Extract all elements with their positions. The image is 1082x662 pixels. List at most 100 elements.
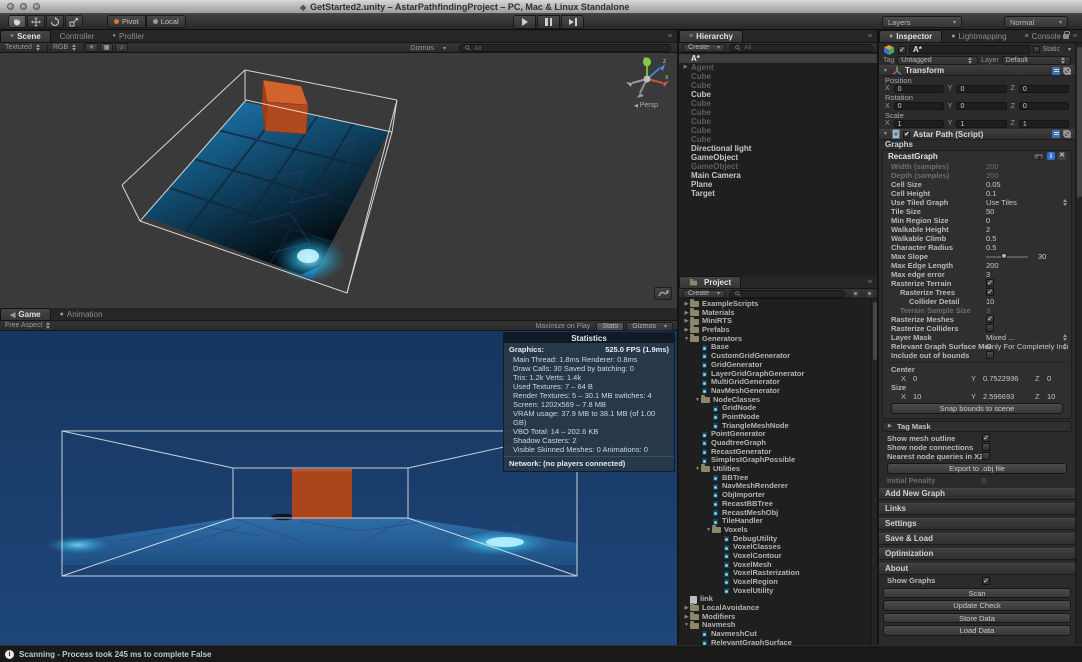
updown-icon[interactable] xyxy=(1062,198,1069,207)
scene-gizmos-dropdown[interactable]: Gizmos▾ xyxy=(405,43,451,53)
aspect-ratio-dropdown[interactable]: Free Aspect xyxy=(0,321,57,331)
project-item[interactable]: ▼NodeClasses xyxy=(679,396,877,405)
checked-checkbox[interactable]: ✓ xyxy=(982,434,990,442)
hierarchy-search-input[interactable]: All xyxy=(729,44,873,52)
project-item[interactable]: QuadtreeGraph xyxy=(679,439,877,448)
close-window-icon[interactable] xyxy=(7,3,14,10)
project-item[interactable]: VoxelRasterization xyxy=(679,569,877,578)
tab-inspector[interactable]: ●Inspector xyxy=(879,30,942,42)
gear-icon[interactable] xyxy=(1063,130,1071,138)
project-item[interactable]: PointGenerator xyxy=(679,430,877,439)
hierarchy-item[interactable]: Main Camera xyxy=(679,171,877,180)
active-checkbox[interactable]: ✓ xyxy=(898,46,906,54)
tab-animation[interactable]: ●Animation xyxy=(51,308,112,320)
layers-dropdown[interactable]: Layers ▾ xyxy=(882,16,962,28)
load-data-button[interactable]: Load Data xyxy=(883,625,1071,636)
section-links[interactable]: Links xyxy=(879,503,1075,515)
delete-graph-icon[interactable]: ✕ xyxy=(1058,152,1066,160)
updown-icon[interactable] xyxy=(1062,342,1069,351)
position-z-field[interactable]: 0 xyxy=(1019,85,1069,93)
setting-value[interactable]: 2 xyxy=(986,225,990,234)
center-z-field[interactable]: 0 xyxy=(1047,374,1051,383)
setting-value[interactable]: 0.5 xyxy=(986,243,996,252)
slider-track[interactable] xyxy=(986,256,1028,258)
setting-value[interactable]: 3 xyxy=(986,306,990,315)
section-optimization[interactable]: Optimization xyxy=(879,548,1075,560)
hierarchy-item[interactable]: GameObject xyxy=(679,162,877,171)
scale-z-field[interactable]: 1 xyxy=(1019,120,1069,128)
hierarchy-item[interactable]: Cube xyxy=(679,135,877,144)
panel-menu-icon[interactable]: ≡ xyxy=(668,33,673,40)
inspector-scrollbar-thumb[interactable] xyxy=(1077,47,1082,197)
checked-checkbox[interactable]: ✓ xyxy=(986,315,994,323)
center-y-field[interactable]: 0.7522936 xyxy=(983,374,1018,383)
object-name-field[interactable]: A* xyxy=(909,45,1030,54)
setting-value[interactable]: 30 xyxy=(1038,252,1046,261)
store-data-button[interactable]: Store Data xyxy=(883,613,1071,624)
info-icon[interactable]: i xyxy=(1047,152,1055,160)
tag-dropdown[interactable]: Untagged xyxy=(897,56,978,65)
hierarchy-item[interactable]: Target xyxy=(679,189,877,198)
expand-arrow-icon[interactable]: ▶ xyxy=(682,63,689,72)
transform-component-header[interactable]: ▼ Transform xyxy=(879,65,1075,76)
expand-arrow-icon[interactable]: ▶ xyxy=(683,326,690,335)
project-item[interactable]: ▼Navmesh xyxy=(679,621,877,630)
project-search-input[interactable] xyxy=(729,290,845,298)
scene-viewport[interactable]: Y Z X ◀ Persp xyxy=(0,53,678,308)
search-by-label-icon[interactable] xyxy=(866,290,873,297)
slider-knob[interactable] xyxy=(1001,253,1007,259)
astar-component-header[interactable]: ▼ ✓ Astar Path (Script) xyxy=(879,129,1075,140)
panel-menu-icon[interactable]: ≡ xyxy=(868,279,873,286)
setting-value[interactable]: 0.05 xyxy=(986,180,1001,189)
expand-arrow-icon[interactable]: ▶ xyxy=(683,317,690,326)
lighting-toggle-button[interactable]: ☀ xyxy=(85,43,98,52)
position-x-field[interactable]: 0 xyxy=(894,85,944,93)
setting-value[interactable]: 200 xyxy=(986,171,999,180)
scene-3d-canvas[interactable] xyxy=(0,53,678,308)
setting-value[interactable]: Use Tiles xyxy=(986,198,1017,207)
hierarchy-item[interactable]: Cube xyxy=(679,117,877,126)
updown-icon[interactable] xyxy=(1062,333,1069,342)
scan-button[interactable]: Scan xyxy=(883,588,1071,599)
window-controls[interactable] xyxy=(7,3,40,10)
expand-arrow-icon[interactable]: ▼ xyxy=(705,526,712,535)
hierarchy-item[interactable]: Cube xyxy=(679,99,877,108)
setting-value[interactable]: 0 xyxy=(986,216,990,225)
size-x-field[interactable]: 10 xyxy=(913,392,921,401)
game-viewport[interactable]: Statistics Graphics: 525.0 FPS (1.9ms) M… xyxy=(0,331,678,645)
shading-mode-dropdown[interactable]: Textured xyxy=(0,43,47,53)
tab-hierarchy[interactable]: ≡Hierarchy xyxy=(679,30,743,42)
snap-bounds-button[interactable]: Snap bounds to scene xyxy=(891,403,1063,414)
zoom-window-icon[interactable] xyxy=(33,3,40,10)
tab-lightmapping[interactable]: ●Lightmapping xyxy=(942,30,1015,42)
panel-menu-icon[interactable]: ≡ xyxy=(1073,33,1078,40)
render-channels-dropdown[interactable]: RGB xyxy=(48,43,83,53)
hierarchy-item[interactable]: GameObject xyxy=(679,153,877,162)
center-x-field[interactable]: 0 xyxy=(913,374,917,383)
show-graphs-checkbox[interactable]: ✓ xyxy=(982,577,990,585)
lock-icon[interactable] xyxy=(1063,34,1069,39)
expand-arrow-icon[interactable]: ▶ xyxy=(683,613,690,622)
scale-y-field[interactable]: 1 xyxy=(956,120,1006,128)
project-item[interactable]: ObjImporter xyxy=(679,491,877,500)
pivot-mode-button[interactable]: Pivot xyxy=(107,15,146,28)
tab-console[interactable]: ≡Console xyxy=(1016,30,1070,42)
unchecked-checkbox[interactable] xyxy=(982,443,990,451)
setting-value[interactable]: Mixed ... xyxy=(986,333,1014,342)
expand-arrow-icon[interactable]: ▶ xyxy=(683,300,690,309)
expand-arrow-icon[interactable]: ▼ xyxy=(683,621,690,630)
project-item[interactable]: SimplestGraphPossible xyxy=(679,456,877,465)
scene-orientation-gizmo[interactable]: Y Z X ◀ Persp xyxy=(622,55,670,111)
project-item[interactable]: ▼Generators xyxy=(679,335,877,344)
play-button[interactable] xyxy=(513,15,536,29)
setting-value[interactable]: 50 xyxy=(986,207,994,216)
hierarchy-item[interactable]: Cube xyxy=(679,108,877,117)
project-item[interactable]: GridNode xyxy=(679,404,877,413)
audio-toggle-button[interactable]: ♪ xyxy=(115,43,128,52)
expand-arrow-icon[interactable]: ▼ xyxy=(694,396,701,405)
stats-toggle-button[interactable]: Stats xyxy=(596,322,624,331)
setting-value[interactable]: 0.1 xyxy=(986,189,996,198)
expand-arrow-icon[interactable]: ▼ xyxy=(683,335,690,344)
rotation-x-field[interactable]: 0 xyxy=(894,102,944,110)
project-item[interactable]: NavMeshRenderer xyxy=(679,482,877,491)
